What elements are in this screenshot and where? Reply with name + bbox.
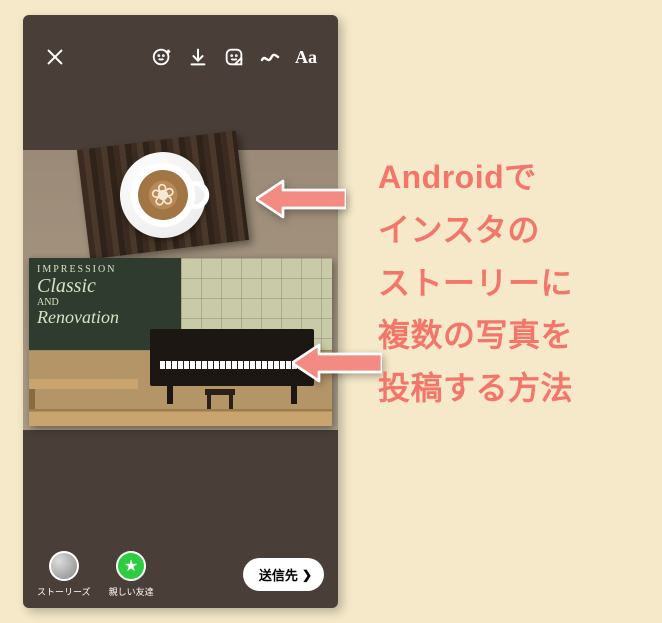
close-friends-icon: ★: [116, 551, 146, 581]
post-to-close-friends-button[interactable]: ★ 親しい友達: [109, 551, 154, 598]
avatar-icon: [49, 551, 79, 581]
headline-line: 複数の写真を: [378, 309, 573, 362]
text-tool-button[interactable]: Aa: [288, 39, 324, 75]
stories-label: ストーリーズ: [37, 585, 91, 598]
headline-line: 投稿する方法: [378, 362, 573, 415]
headline-line: Androidで: [378, 151, 573, 204]
chevron-right-icon: ❯: [302, 568, 312, 582]
headline-line: インスタの: [378, 204, 573, 257]
download-button[interactable]: [180, 39, 216, 75]
face-effect-button[interactable]: [144, 39, 180, 75]
headline-line: ストーリーに: [378, 257, 573, 310]
annotation-arrow-2: [292, 340, 382, 386]
sticker-button[interactable]: [216, 39, 252, 75]
photo-cafe[interactable]: IMPRESSION Classic AND Renovation: [29, 258, 332, 426]
send-to-button[interactable]: 送信先 ❯: [243, 558, 324, 591]
annotation-arrow-1: [256, 176, 346, 222]
post-to-stories-button[interactable]: ストーリーズ: [37, 551, 91, 598]
close-friends-label: 親しい友達: [109, 585, 154, 598]
story-toolbar: Aa: [23, 35, 338, 79]
photo-latte[interactable]: [77, 131, 249, 260]
draw-button[interactable]: [252, 39, 288, 75]
article-headline: Androidで インスタの ストーリーに 複数の写真を 投稿する方法: [378, 151, 573, 415]
story-editor-screen: Aa IMPRESSION Classic AND Renovation: [23, 15, 338, 608]
text-tool-label: Aa: [295, 47, 317, 68]
close-button[interactable]: [37, 39, 73, 75]
story-bottom-bar: ストーリーズ ★ 親しい友達 送信先 ❯: [23, 551, 338, 598]
piano-graphic: [150, 329, 314, 386]
send-label: 送信先: [259, 565, 298, 584]
